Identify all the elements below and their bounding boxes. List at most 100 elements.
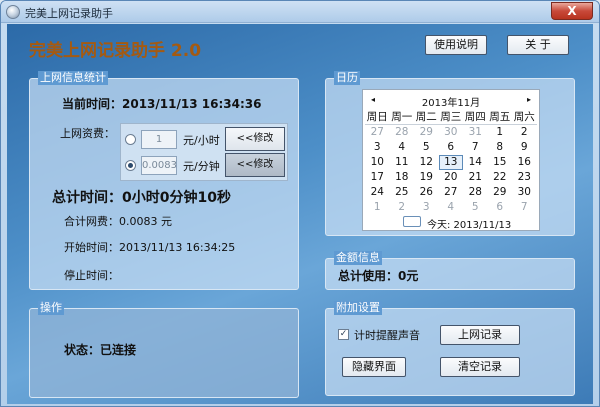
rate-hour-unit: 元/小时 <box>183 134 220 147</box>
calendar-day[interactable]: 27 <box>365 125 390 140</box>
calendar-day[interactable]: 14 <box>463 155 488 170</box>
weekday: 周一 <box>391 111 413 123</box>
fee-label: 上网资费： <box>60 127 115 140</box>
stats-group: 上网信息统计 当前时间：2013/11/13 16:34:36 上网资费： 1 … <box>29 71 299 290</box>
calendar[interactable]: ◂ ▸ 2013年11月 周日 周一 周二 周三 周四 周五 周六 27 28 … <box>362 89 540 231</box>
calendar-day[interactable]: 22 <box>488 170 513 185</box>
calendar-day-today[interactable]: 13 <box>438 155 463 170</box>
rate-minute-radio[interactable] <box>125 160 136 171</box>
calendar-day[interactable]: 4 <box>439 200 464 215</box>
rate-minute-edit-button[interactable]: <<修改 <box>225 153 285 177</box>
close-button[interactable]: X <box>551 2 593 20</box>
money-total: 总计使用：0元 <box>338 269 419 283</box>
extra-group-title: 附加设置 <box>334 301 382 315</box>
calendar-day[interactable]: 3 <box>365 140 390 155</box>
today-marker-icon <box>403 216 421 227</box>
calendar-day[interactable]: 23 <box>512 170 537 185</box>
calendar-day[interactable]: 18 <box>390 170 415 185</box>
calendar-day[interactable]: 16 <box>512 155 537 170</box>
weekday: 周四 <box>464 111 486 123</box>
rate-minute-unit: 元/分钟 <box>183 160 220 173</box>
calendar-day[interactable]: 27 <box>439 185 464 200</box>
stats-group-title: 上网信息统计 <box>38 71 108 85</box>
ops-group: 操作 状态：已连接 <box>29 301 299 398</box>
calendar-week: 17 18 19 20 21 22 23 <box>365 170 537 185</box>
calendar-day[interactable]: 6 <box>439 140 464 155</box>
connection-status: 状态：已连接 <box>64 343 137 357</box>
calendar-week: 27 28 29 30 31 1 2 <box>365 125 537 140</box>
client-area: 完美上网记录助手 2.0 使用说明 关 于 上网信息统计 当前时间：2013/1… <box>7 24 593 404</box>
sound-checkbox[interactable]: ✓ <box>338 329 349 340</box>
calendar-day[interactable]: 31 <box>463 125 488 140</box>
calendar-day[interactable]: 17 <box>365 170 390 185</box>
calendar-day[interactable]: 2 <box>390 200 415 215</box>
window-title: 完美上网记录助手 <box>25 7 113 20</box>
today-label[interactable]: 今天: 2013/11/13 <box>427 216 511 231</box>
about-button[interactable]: 关 于 <box>507 35 569 55</box>
calendar-day[interactable]: 21 <box>463 170 488 185</box>
rate-hour-edit-button[interactable]: <<修改 <box>225 127 285 151</box>
calendar-day[interactable]: 25 <box>390 185 415 200</box>
money-group-title: 金额信息 <box>334 251 382 265</box>
calendar-day[interactable]: 20 <box>439 170 464 185</box>
calendar-day[interactable]: 26 <box>414 185 439 200</box>
weekday: 周二 <box>415 111 437 123</box>
sound-label: 计时提醒声音 <box>354 329 420 342</box>
rate-minute-input[interactable]: 0.0083 <box>141 156 177 175</box>
calendar-day[interactable]: 15 <box>488 155 513 170</box>
calendar-day[interactable]: 7 <box>463 140 488 155</box>
calendar-group: 日历 ◂ ▸ 2013年11月 周日 周一 周二 周三 周四 周五 周六 27 … <box>325 71 575 236</box>
calendar-day[interactable]: 5 <box>463 200 488 215</box>
calendar-week: 1 2 3 4 5 6 7 <box>365 200 537 215</box>
calendar-day[interactable]: 1 <box>365 200 390 215</box>
calendar-day[interactable]: 29 <box>414 125 439 140</box>
extra-group: 附加设置 ✓ 计时提醒声音 上网记录 隐藏界面 清空记录 <box>325 301 575 396</box>
rate-hour-input[interactable]: 1 <box>141 130 177 149</box>
calendar-week: 10 11 12 13 14 15 16 <box>365 155 537 170</box>
log-button[interactable]: 上网记录 <box>440 325 520 345</box>
hide-button[interactable]: 隐藏界面 <box>342 357 406 377</box>
calendar-day[interactable]: 6 <box>488 200 513 215</box>
title-bar[interactable]: 完美上网记录助手 X <box>1 1 599 23</box>
calendar-grid: 周日 周一 周二 周三 周四 周五 周六 27 28 29 30 31 1 2 … <box>365 110 537 215</box>
calendar-day[interactable]: 7 <box>512 200 537 215</box>
main-window: 完美上网记录助手 X 完美上网记录助手 2.0 使用说明 关 于 上网信息统计 … <box>0 0 600 407</box>
calendar-group-title: 日历 <box>334 71 360 85</box>
calendar-week: 24 25 26 27 28 29 30 <box>365 185 537 200</box>
calendar-day[interactable]: 28 <box>390 125 415 140</box>
weekday: 周三 <box>440 111 462 123</box>
rate-hour-radio[interactable] <box>125 134 136 145</box>
total-fee: 合计网费：0.0083 元 <box>64 215 172 228</box>
calendar-day[interactable]: 11 <box>390 155 415 170</box>
calendar-day[interactable]: 2 <box>512 125 537 140</box>
clear-button[interactable]: 清空记录 <box>440 357 520 377</box>
weekday: 周六 <box>513 111 535 123</box>
current-time: 当前时间：2013/11/13 16:34:36 <box>62 97 262 111</box>
stop-time: 停止时间： <box>64 269 119 282</box>
app-title: 完美上网记录助手 2.0 <box>29 41 202 61</box>
calendar-week: 3 4 5 6 7 8 9 <box>365 140 537 155</box>
total-time: 总计时间：0小时0分钟10秒 <box>52 190 231 206</box>
help-button[interactable]: 使用说明 <box>425 35 487 55</box>
app-icon <box>6 5 20 19</box>
weekday: 周五 <box>489 111 511 123</box>
calendar-day[interactable]: 3 <box>414 200 439 215</box>
calendar-day[interactable]: 30 <box>512 185 537 200</box>
calendar-day[interactable]: 29 <box>488 185 513 200</box>
calendar-day[interactable]: 19 <box>414 170 439 185</box>
calendar-day[interactable]: 30 <box>439 125 464 140</box>
weekday-header: 周日 周一 周二 周三 周四 周五 周六 <box>365 110 537 125</box>
money-group: 金额信息 总计使用：0元 <box>325 251 575 290</box>
calendar-day[interactable]: 28 <box>463 185 488 200</box>
ops-group-title: 操作 <box>38 301 64 315</box>
calendar-day[interactable]: 4 <box>390 140 415 155</box>
calendar-day[interactable]: 1 <box>488 125 513 140</box>
calendar-day[interactable]: 10 <box>365 155 390 170</box>
weekday: 周日 <box>366 111 388 123</box>
calendar-day[interactable]: 5 <box>414 140 439 155</box>
calendar-month-label: 2013年11月 <box>421 98 481 109</box>
calendar-day[interactable]: 9 <box>512 140 537 155</box>
calendar-day[interactable]: 24 <box>365 185 390 200</box>
calendar-day[interactable]: 8 <box>488 140 513 155</box>
calendar-day[interactable]: 12 <box>414 155 439 170</box>
